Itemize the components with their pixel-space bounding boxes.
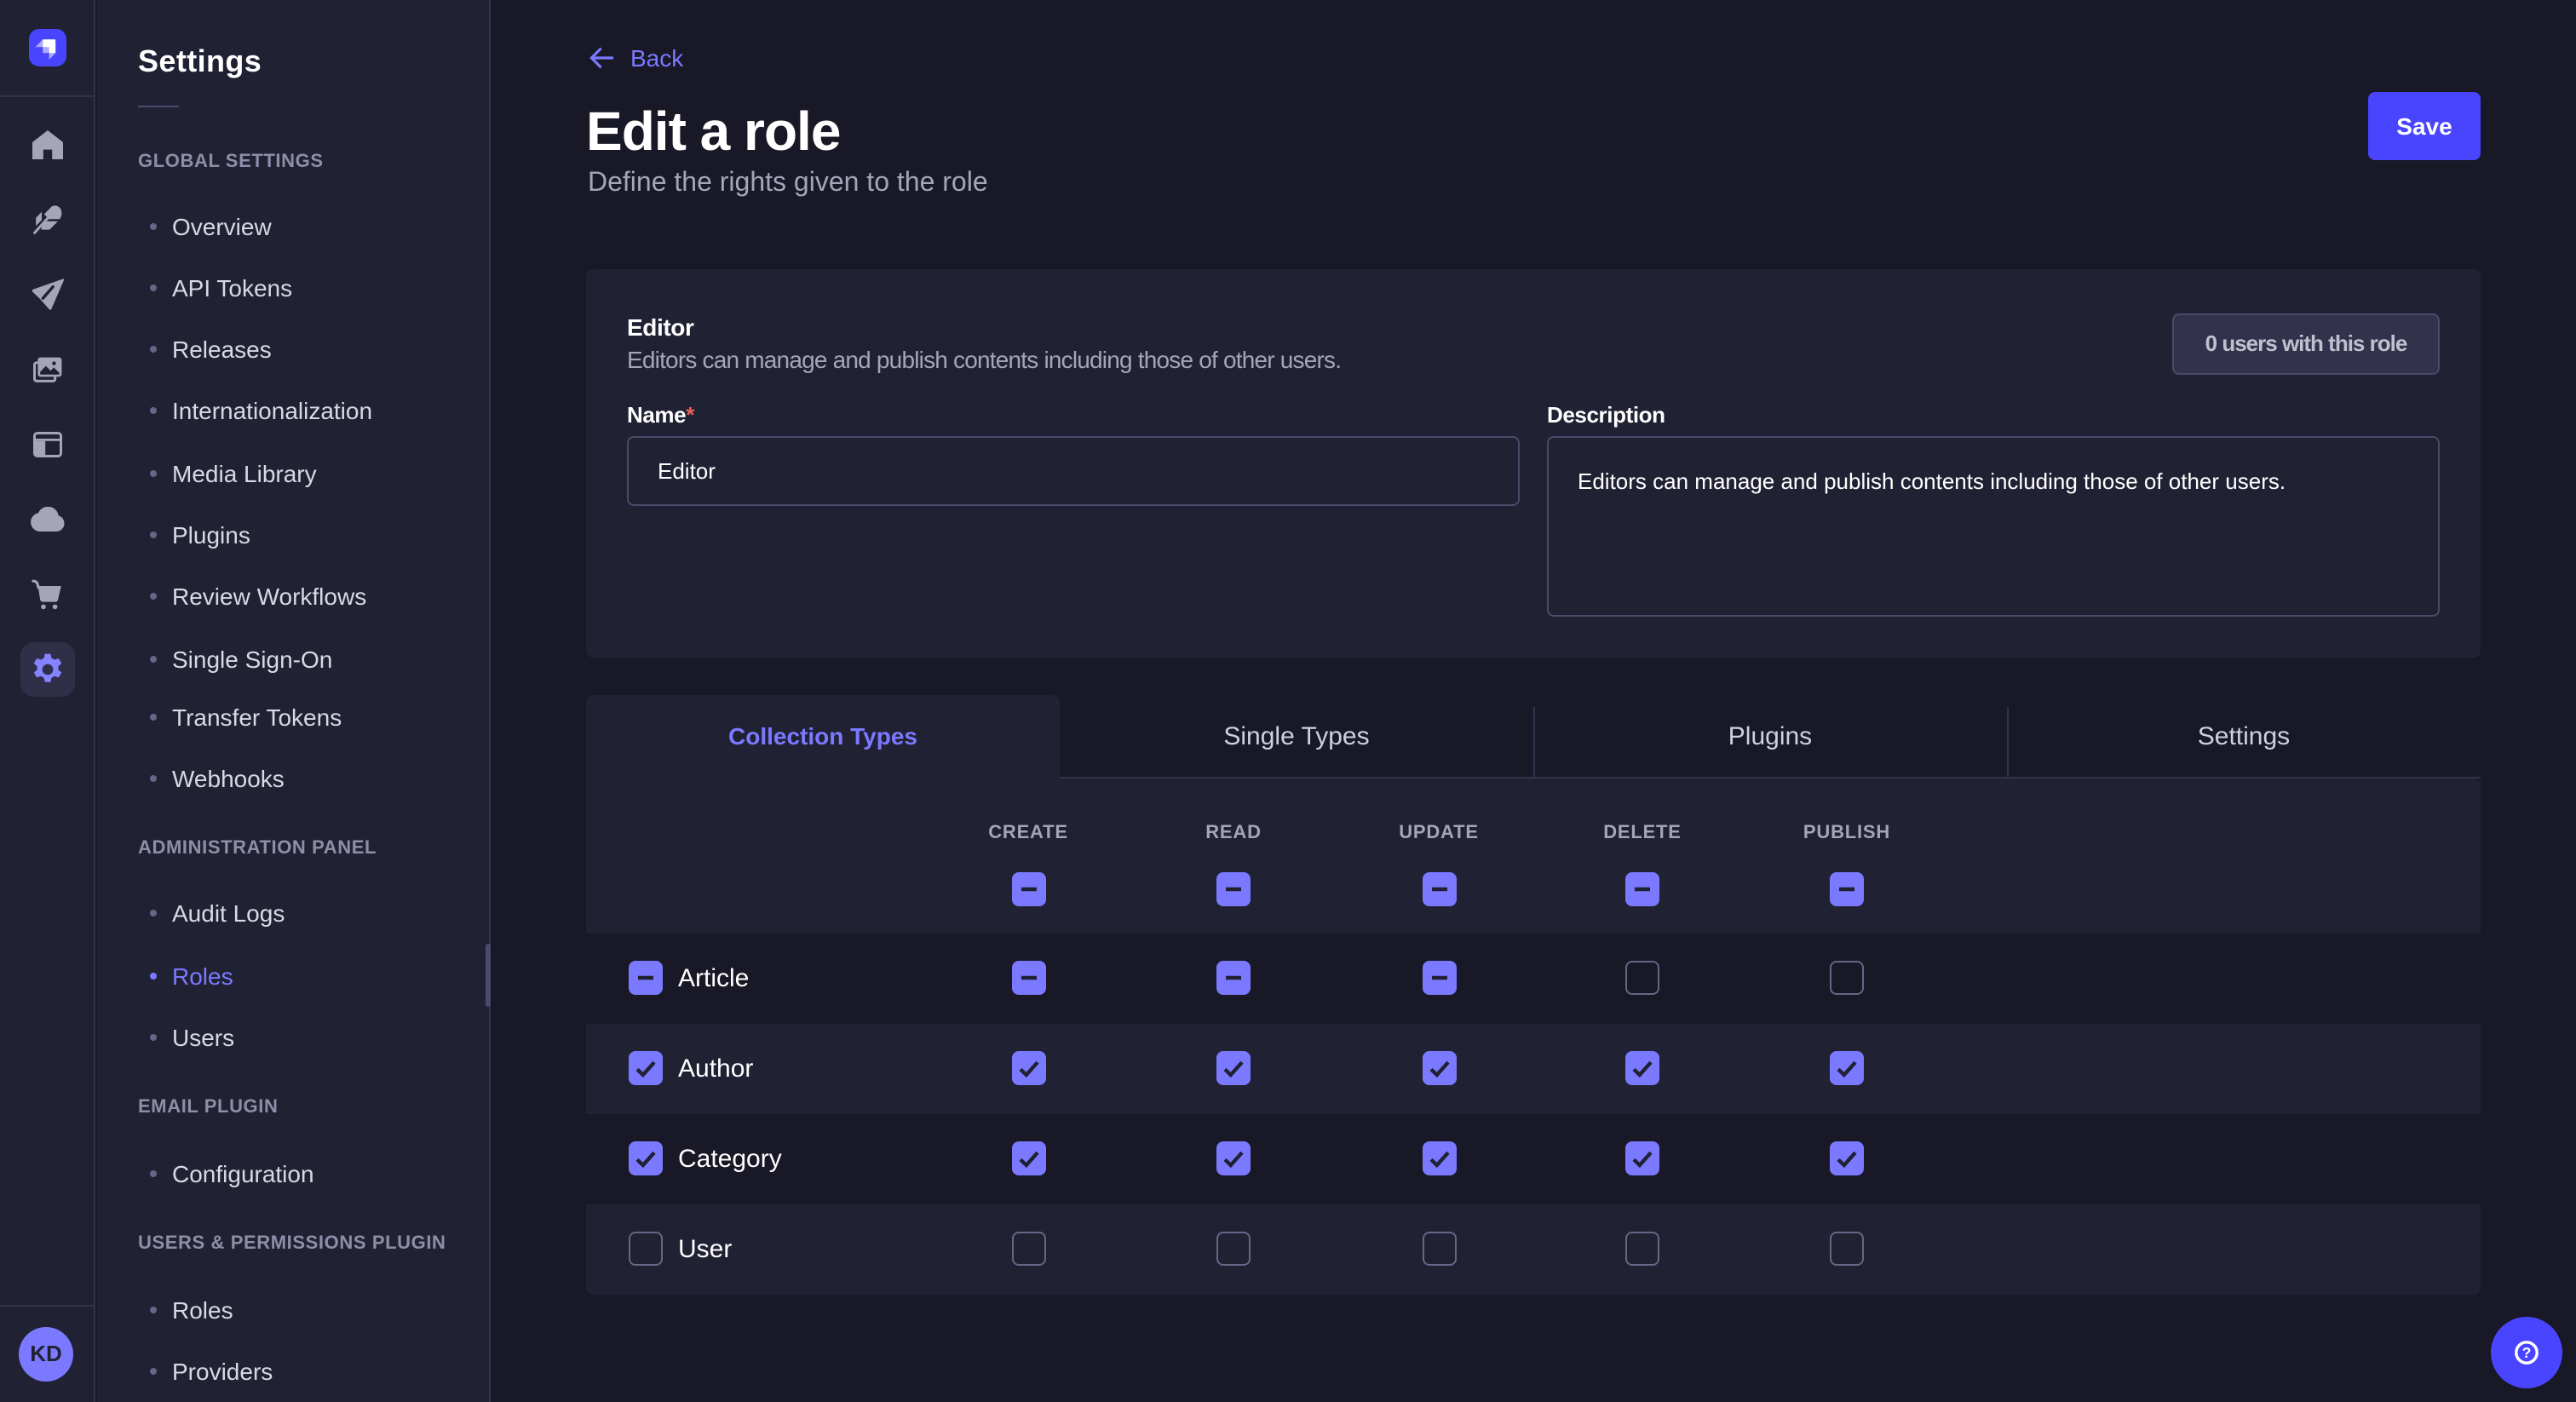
svg-text:?: ?: [2522, 1344, 2532, 1361]
